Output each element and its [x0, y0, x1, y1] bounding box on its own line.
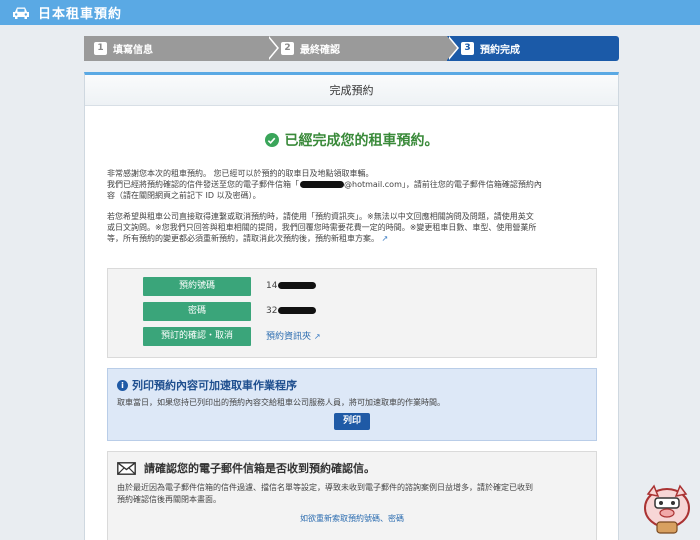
- manage-booking-button[interactable]: 預訂的確認・取消: [143, 327, 251, 346]
- mail-check-section: 請確認您的電子郵件信箱是否收到預約確認信。 由於最近因為電子郵件信箱的信件過濾、…: [107, 451, 597, 540]
- note-line: 容（請在關閉網頁之前記下 ID 以及密碼）。: [107, 191, 261, 200]
- step-label: 最終確認: [300, 45, 340, 56]
- progress-steps: 1 填寫信息 2 最終確認 3 預約完成: [84, 36, 619, 61]
- step-number: 3: [461, 42, 474, 55]
- app-title: 日本租車預約: [38, 7, 123, 22]
- booking-number-value: 14: [266, 277, 317, 296]
- contact-line: 或日文詢問。※您我們只回答與租車相關的提問，我們回覆您時需要花費一定的時間。※變…: [107, 223, 537, 232]
- check-circle-icon: [264, 133, 279, 147]
- step-number: 1: [94, 42, 107, 55]
- thanks-line: 非常感謝您本次的租車預約。 您已經可以於預約的取車日及地點領取車輛。: [107, 169, 374, 178]
- pig-mascot-icon: [644, 484, 690, 534]
- step-fill-info: 1 填寫信息: [84, 36, 279, 61]
- booking-info-box: 預約號碼 14 密碼 32 預訂的確認・取消 預約資訊夾 ↗: [107, 268, 597, 358]
- print-section: i 列印預約內容可加速取車作業程序 取車當日，如果您持已列印出的預約內容交給租車…: [107, 368, 597, 441]
- print-title: i 列印預約內容可加速取車作業程序: [117, 377, 297, 393]
- external-link-icon[interactable]: ↗: [382, 234, 389, 243]
- resend-credentials-link[interactable]: 如欲重新索取預約號碼、密碼: [108, 513, 596, 524]
- step-label: 預約完成: [480, 45, 520, 56]
- email-line: 我們已經將預約確認的信件發送至您的電子郵件信箱「 @hotmail.com」，請前…: [107, 179, 596, 190]
- password-value: 32: [266, 302, 317, 321]
- app-header: 日本租車預約: [0, 0, 700, 25]
- redacted-number: [278, 282, 317, 289]
- step-number: 2: [281, 42, 294, 55]
- envelope-icon: [117, 461, 136, 475]
- contact-line-last: 等，所有預約的變更都必須重新預約，請取消此次預約後，預約新租車方案。 ↗: [107, 234, 389, 243]
- step-booking-complete: 3 預約完成: [447, 36, 619, 61]
- email-line-text: 我們已經將預約確認的信件發送至您的電子郵件信箱「: [107, 180, 299, 189]
- mail-check-title: 請確認您的電子郵件信箱是否收到預約確認信。: [117, 460, 375, 476]
- contact-paragraph: 若您希望與租車公司直接取得連繫或取消預約時，請使用「預約資訊夾」。※無法以中文回…: [85, 211, 618, 244]
- password-label: 密碼: [143, 302, 251, 321]
- redacted-password: [278, 307, 317, 314]
- car-icon: [13, 7, 29, 19]
- mail-check-description: 由於最近因為電子郵件信箱的信件過濾、擋信名單等設定，導致未收到電子郵件的諮詢案例…: [117, 483, 533, 504]
- email-domain: @hotmail.com」: [344, 180, 406, 189]
- redacted-email: [300, 181, 344, 188]
- step-final-confirm: 2 最終確認: [267, 36, 459, 61]
- main-panel: 完成預約 已經完成您的租車預約。 非常感謝您本次的租車預約。 您已經可以於預約的…: [84, 72, 619, 540]
- done-message: 已經完成您的租車預約。: [85, 130, 618, 150]
- booking-folder-link[interactable]: 預約資訊夾 ↗: [266, 327, 321, 347]
- contact-line: 若您希望與租車公司直接取得連繫或取消預約時，請使用「預約資訊夾」。※無法以中文回…: [107, 212, 534, 221]
- thanks-paragraph: 非常感謝您本次的租車預約。 您已經可以於預約的取車日及地點領取車輛。 我們已經將…: [85, 168, 618, 201]
- external-link-icon: ↗: [313, 332, 321, 341]
- panel-title: 完成預約: [85, 75, 618, 106]
- done-text: 已經完成您的租車預約。: [284, 133, 439, 149]
- step-label: 填寫信息: [113, 45, 153, 56]
- info-icon: i: [117, 379, 128, 391]
- booking-number-label: 預約號碼: [143, 277, 251, 296]
- print-button[interactable]: 列印: [334, 413, 370, 430]
- email-line-text-2: ，請前往您的電子郵件信箱確認預約內: [405, 180, 542, 189]
- print-description: 取車當日，如果您持已列印出的預約內容交給租車公司服務人員，將可加速取車的作業時間…: [117, 398, 445, 407]
